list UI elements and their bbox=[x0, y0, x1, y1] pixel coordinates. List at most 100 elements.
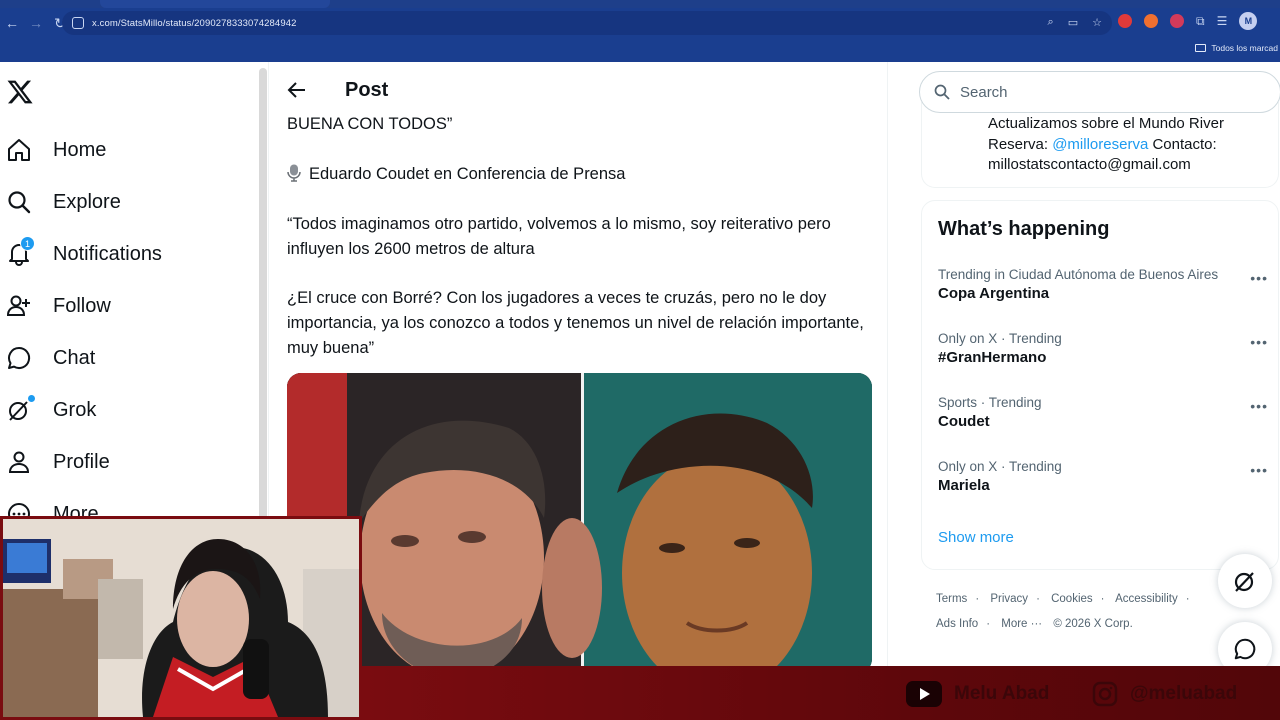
post-photo-illustration bbox=[287, 373, 872, 667]
search-input[interactable]: Search bbox=[919, 71, 1280, 113]
browser-toolbar: ← → ↻ x.com/StatsMillo/status/2090278333… bbox=[0, 8, 1280, 38]
zoom-icon[interactable]: ⌕ bbox=[1048, 16, 1054, 29]
sidebar-item-grok[interactable]: Grok bbox=[6, 390, 96, 430]
home-icon bbox=[8, 139, 30, 161]
sidebar-item-follow[interactable]: Follow bbox=[6, 286, 111, 326]
address-bar[interactable]: x.com/StatsMillo/status/2090278333074284… bbox=[62, 11, 1112, 35]
search-icon bbox=[934, 84, 950, 100]
footer-link-accessibility[interactable]: Accessibility bbox=[1115, 593, 1178, 605]
sidebar-item-label: Profile bbox=[53, 450, 110, 473]
browser-profile-avatar[interactable]: M bbox=[1239, 12, 1258, 30]
grok-new-dot bbox=[28, 395, 35, 402]
extensions-puzzle-icon[interactable]: ⧉ bbox=[1196, 14, 1205, 29]
right-sidebar: Actualizamos sobre el Mundo River Reserv… bbox=[888, 62, 1280, 676]
bio-line-b-prefix: Reserva: bbox=[988, 135, 1053, 153]
extension-orange-icon[interactable] bbox=[1144, 14, 1158, 28]
sidebar-item-chat[interactable]: Chat bbox=[6, 338, 95, 378]
forward-icon[interactable]: → bbox=[24, 15, 48, 31]
author-bio-card: Actualizamos sobre el Mundo River Reserv… bbox=[921, 102, 1279, 188]
trend-name: #GranHermano bbox=[938, 349, 1047, 366]
grok-fab-button[interactable] bbox=[1218, 554, 1272, 608]
search-placeholder: Search bbox=[960, 83, 1008, 101]
extension-pink-icon[interactable] bbox=[1170, 14, 1184, 28]
webcam-overlay bbox=[0, 516, 362, 720]
footer-link-more[interactable]: More ··· bbox=[1001, 618, 1042, 630]
sidebar-scrollbar[interactable] bbox=[259, 68, 267, 520]
sidebar-item-label: Explore bbox=[53, 190, 121, 213]
trend-item[interactable]: Trending in Ciudad Autónoma de Buenos Ai… bbox=[938, 267, 1268, 302]
trend-item[interactable]: Sports · Trending Coudet ••• bbox=[938, 395, 1268, 430]
footer-separator: · bbox=[1036, 593, 1040, 605]
grok-icon bbox=[1234, 572, 1254, 592]
post-paragraph-2: ¿El cruce con Borré? Con los jugadores a… bbox=[287, 289, 864, 357]
post-media-image[interactable] bbox=[287, 373, 872, 667]
footer-link-terms[interactable]: Terms bbox=[936, 593, 967, 605]
reading-list-icon[interactable]: ☰ bbox=[1217, 14, 1228, 28]
sidebar-item-explore[interactable]: Explore bbox=[6, 182, 121, 222]
sidebar-item-label: Chat bbox=[53, 346, 96, 369]
footer-links: Terms · Privacy · Cookies · Accessibility · … bbox=[936, 587, 1236, 637]
more-options-icon[interactable]: ••• bbox=[1250, 334, 1268, 350]
chat-icon bbox=[8, 346, 31, 369]
follow-icon bbox=[6, 295, 30, 316]
footer-link-privacy[interactable]: Privacy bbox=[990, 593, 1028, 605]
active-tab[interactable] bbox=[100, 0, 330, 8]
footer-link-cookies[interactable]: Cookies bbox=[1051, 593, 1093, 605]
search-icon bbox=[8, 191, 31, 214]
footer-separator: · bbox=[1100, 593, 1105, 605]
stream-overlay-bar: Melu Abad @meluabad bbox=[360, 666, 1280, 720]
footer-link-ads-info[interactable]: Ads Info bbox=[936, 618, 978, 630]
chat-icon bbox=[1234, 638, 1256, 660]
more-options-icon[interactable]: ••• bbox=[1250, 398, 1268, 414]
back-arrow-icon[interactable] bbox=[287, 80, 307, 100]
whats-happening-panel: What’s happening Trending in Ciudad Autó… bbox=[921, 200, 1279, 570]
post-paragraph-1: “Todos imaginamos otro partido, volvemos… bbox=[287, 215, 831, 258]
instagram-icon bbox=[1092, 681, 1118, 707]
more-options-icon[interactable]: ••• bbox=[1250, 462, 1268, 478]
back-icon[interactable]: ← bbox=[0, 15, 24, 31]
sidebar-item-label: Notifications bbox=[53, 242, 162, 265]
browser-tab-strip bbox=[0, 0, 1280, 8]
folder-icon bbox=[1195, 44, 1207, 52]
extension-red-icon[interactable] bbox=[1118, 14, 1132, 28]
sidebar-item-label: Home bbox=[53, 138, 107, 161]
sidebar-item-home[interactable]: Home bbox=[6, 130, 106, 170]
footer-copyright: © 2026 X Corp. bbox=[1053, 618, 1133, 630]
footer-separator: · bbox=[975, 593, 980, 605]
trend-context: Only on X · Trending bbox=[938, 459, 1062, 474]
sidebar-item-profile[interactable]: Profile bbox=[6, 442, 110, 482]
trend-item[interactable]: Only on X · Trending #GranHermano ••• bbox=[938, 331, 1268, 366]
bio-line-b-suffix: Contacto: bbox=[1148, 135, 1217, 153]
bookmarks-folder-label: Todos los marcad bbox=[1211, 43, 1278, 53]
bookmark-star-icon[interactable]: ☆ bbox=[1092, 16, 1102, 29]
grok-icon-wrap bbox=[6, 395, 35, 423]
more-options-icon[interactable]: ••• bbox=[1250, 270, 1268, 286]
bio-line-a: Actualizamos sobre el Mundo River bbox=[988, 115, 1224, 132]
cast-icon[interactable]: ▭ bbox=[1068, 16, 1078, 29]
author-bio-text: Actualizamos sobre el Mundo River Reserv… bbox=[988, 114, 1273, 176]
youtube-icon bbox=[906, 681, 942, 707]
trend-name: Copa Argentina bbox=[938, 285, 1050, 302]
trend-name: Mariela bbox=[938, 477, 990, 494]
sidebar-item-notifications[interactable]: 1 Notifications bbox=[6, 234, 162, 274]
profile-icon bbox=[8, 451, 30, 473]
x-logo-icon[interactable] bbox=[6, 78, 34, 106]
sidebar-item-label: Grok bbox=[53, 398, 97, 421]
post-source-text: Eduardo Coudet en Conferencia de Prensa bbox=[309, 165, 626, 183]
sidebar-item-label: Follow bbox=[53, 294, 111, 317]
post-text-quote-end: BUENA CON TODOS” bbox=[287, 115, 453, 133]
whats-happening-title: What’s happening bbox=[938, 218, 1110, 240]
youtube-handle-text: Melu Abad bbox=[954, 683, 1050, 704]
site-info-icon[interactable] bbox=[72, 17, 84, 29]
bio-mention-link[interactable]: @milloreserva bbox=[1052, 136, 1148, 153]
instagram-handle-text: @meluabad bbox=[1130, 683, 1238, 704]
post-source-line: Eduardo Coudet en Conferencia de Prensa bbox=[287, 162, 872, 187]
microphone-icon bbox=[287, 164, 301, 182]
footer-separator: · bbox=[986, 618, 991, 630]
trend-item[interactable]: Only on X · Trending Mariela ••• bbox=[938, 459, 1268, 494]
show-more-link[interactable]: Show more bbox=[938, 529, 1014, 546]
url-text[interactable]: x.com/StatsMillo/status/2090278333074284… bbox=[92, 18, 296, 29]
trend-context: Sports · Trending bbox=[938, 395, 1042, 410]
all-bookmarks-folder[interactable]: Todos los marcad bbox=[1195, 43, 1278, 53]
instagram-handle: @meluabad bbox=[1092, 681, 1237, 707]
